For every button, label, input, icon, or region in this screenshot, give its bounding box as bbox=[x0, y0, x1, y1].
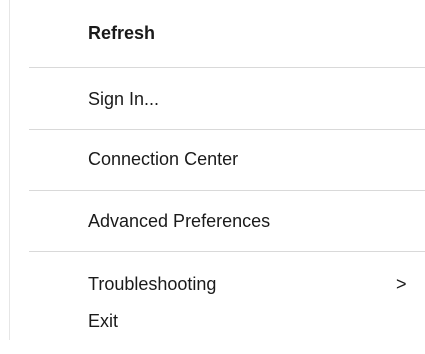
menu-item-label: Refresh bbox=[88, 23, 156, 43]
menu-item-label: Connection Center bbox=[88, 149, 239, 169]
menu-separator bbox=[29, 190, 425, 191]
context-menu: Refresh Sign In... Connection Center Adv… bbox=[0, 0, 425, 340]
menu-item-label: Troubleshooting bbox=[88, 274, 217, 294]
menu-item-label: Advanced Preferences bbox=[88, 211, 271, 231]
chevron-right-icon: > bbox=[396, 274, 407, 294]
menu-separator bbox=[29, 251, 425, 252]
menu-item-advanced-preferences[interactable]: Advanced Preferences bbox=[10, 210, 425, 254]
menu-item-exit[interactable]: Exit bbox=[10, 310, 425, 354]
menu-item-label: Sign In... bbox=[88, 89, 160, 109]
menu-item-label: Exit bbox=[88, 311, 119, 331]
menu-item-refresh[interactable]: Refresh bbox=[10, 22, 425, 66]
menu-item-connection-center[interactable]: Connection Center bbox=[10, 148, 425, 192]
menu-separator bbox=[29, 67, 425, 68]
menu-item-sign-in[interactable]: Sign In... bbox=[10, 88, 425, 132]
menu-separator bbox=[29, 129, 425, 130]
